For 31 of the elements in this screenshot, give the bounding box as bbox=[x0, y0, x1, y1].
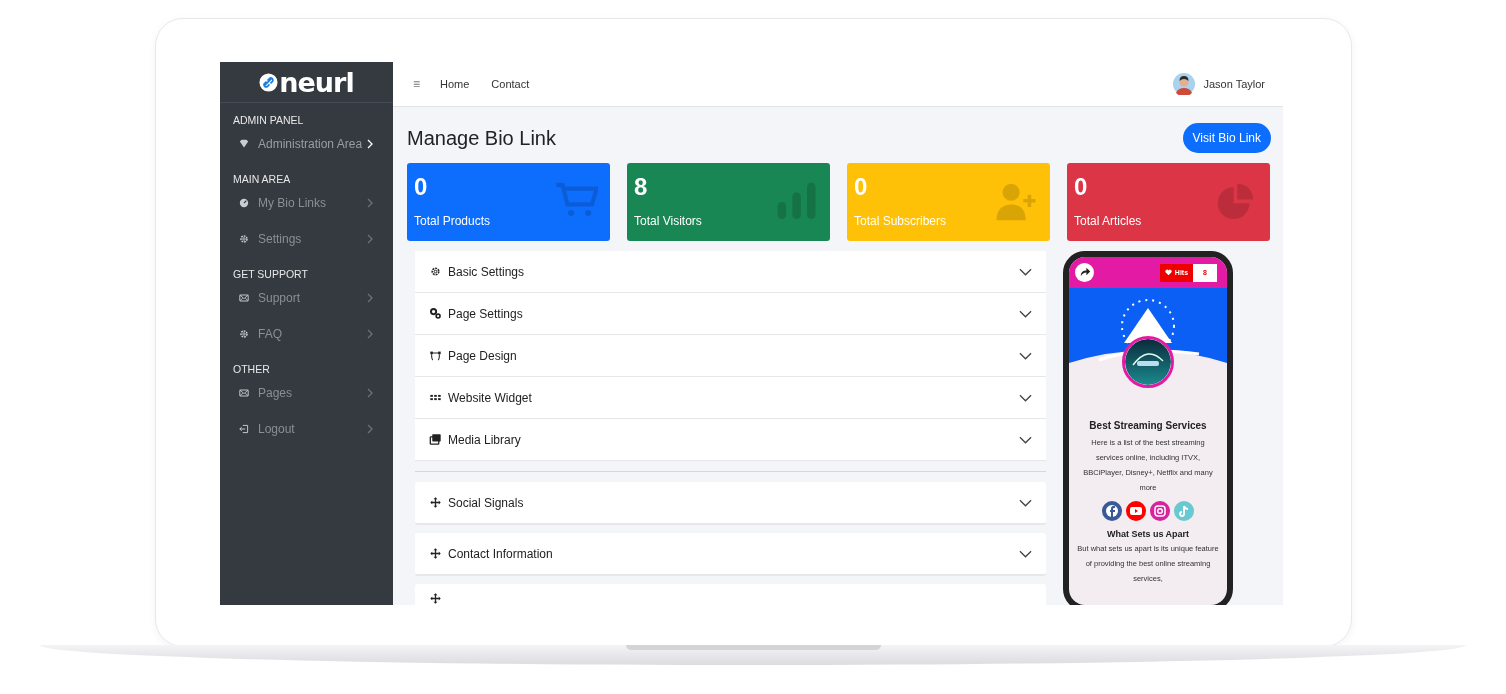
page-title: Manage Bio Link bbox=[407, 126, 556, 150]
stat-label: Total Products bbox=[414, 214, 491, 228]
stat-label: Total Visitors bbox=[634, 214, 702, 228]
stat-value: 0 bbox=[854, 173, 868, 201]
stat-label: Total Subscribers bbox=[854, 214, 947, 228]
nav-link[interactable]: Contact bbox=[491, 78, 530, 90]
accordion-item[interactable]: Social Signals bbox=[415, 482, 1046, 525]
stat-value: 8 bbox=[634, 173, 648, 201]
sidebar-item[interactable]: Settings bbox=[220, 221, 393, 257]
sidebar-item[interactable]: Support bbox=[220, 280, 393, 316]
section-heading: OTHER bbox=[232, 362, 270, 375]
sidebar-item[interactable]: My Bio Links bbox=[220, 185, 393, 221]
visit-bio-link-button[interactable]: Visit Bio Link bbox=[1182, 123, 1271, 153]
logo-text: neurl bbox=[279, 66, 354, 98]
sidebar-item[interactable]: Pages bbox=[220, 375, 393, 411]
stat-value: 0 bbox=[414, 173, 428, 201]
sidebar-item[interactable]: Administration Area bbox=[220, 126, 393, 162]
sidebar-item[interactable]: Logout bbox=[220, 411, 393, 447]
section-heading: ADMIN PANEL bbox=[232, 113, 304, 126]
section-heading: GET SUPPORT bbox=[232, 267, 308, 280]
stat-value: 0 bbox=[1074, 173, 1088, 201]
user-name[interactable]: Jason Taylor bbox=[1203, 78, 1265, 90]
nav-link[interactable]: Home bbox=[440, 78, 470, 90]
profile-title: Best Streaming Services bbox=[1088, 420, 1208, 431]
stat-label: Total Articles bbox=[1074, 214, 1142, 228]
section-title: What Sets us Apart bbox=[1105, 529, 1191, 539]
accordion-item[interactable]: Basic Settings bbox=[415, 251, 1046, 293]
menu-icon[interactable]: ≡ bbox=[413, 77, 420, 91]
accordion-item[interactable]: Contact Information bbox=[415, 533, 1046, 576]
section-heading: MAIN AREA bbox=[232, 172, 291, 185]
sidebar-item[interactable]: FAQ bbox=[220, 316, 393, 352]
